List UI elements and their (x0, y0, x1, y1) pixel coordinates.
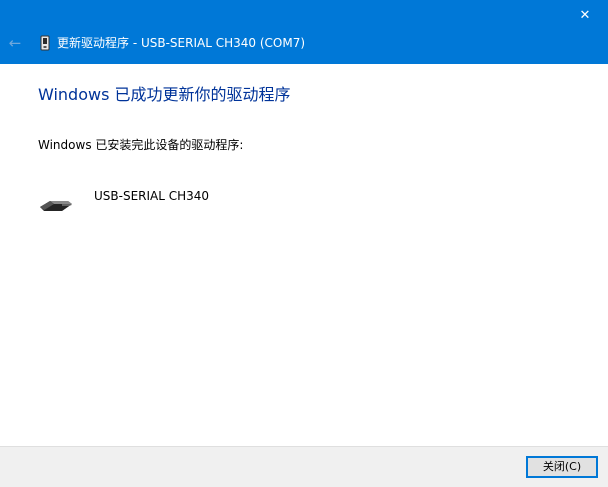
back-arrow-icon: ← (8, 33, 22, 52)
page-heading: Windows 已成功更新你的驱动程序 (38, 85, 291, 104)
usb-device-icon (40, 35, 50, 51)
window-title: 更新驱动程序 - USB-SERIAL CH340 (COM7) (57, 36, 306, 50)
description-text: Windows 已安装完此设备的驱动程序: (38, 138, 244, 152)
window-close-button[interactable]: ✕ (562, 0, 608, 30)
usb-cable-icon (40, 201, 72, 211)
close-icon: ✕ (579, 7, 591, 23)
footer-bar (0, 446, 608, 487)
device-name: USB-SERIAL CH340 (94, 189, 210, 203)
title-bar: ✕ ← 更新驱动程序 - USB-SERIAL CH340 (COM7) (0, 0, 608, 64)
close-button[interactable]: 关闭(C) (526, 456, 598, 478)
update-driver-window: ✕ ← 更新驱动程序 - USB-SERIAL CH340 (COM7) Win… (0, 0, 608, 487)
back-button[interactable]: ← (2, 31, 28, 55)
